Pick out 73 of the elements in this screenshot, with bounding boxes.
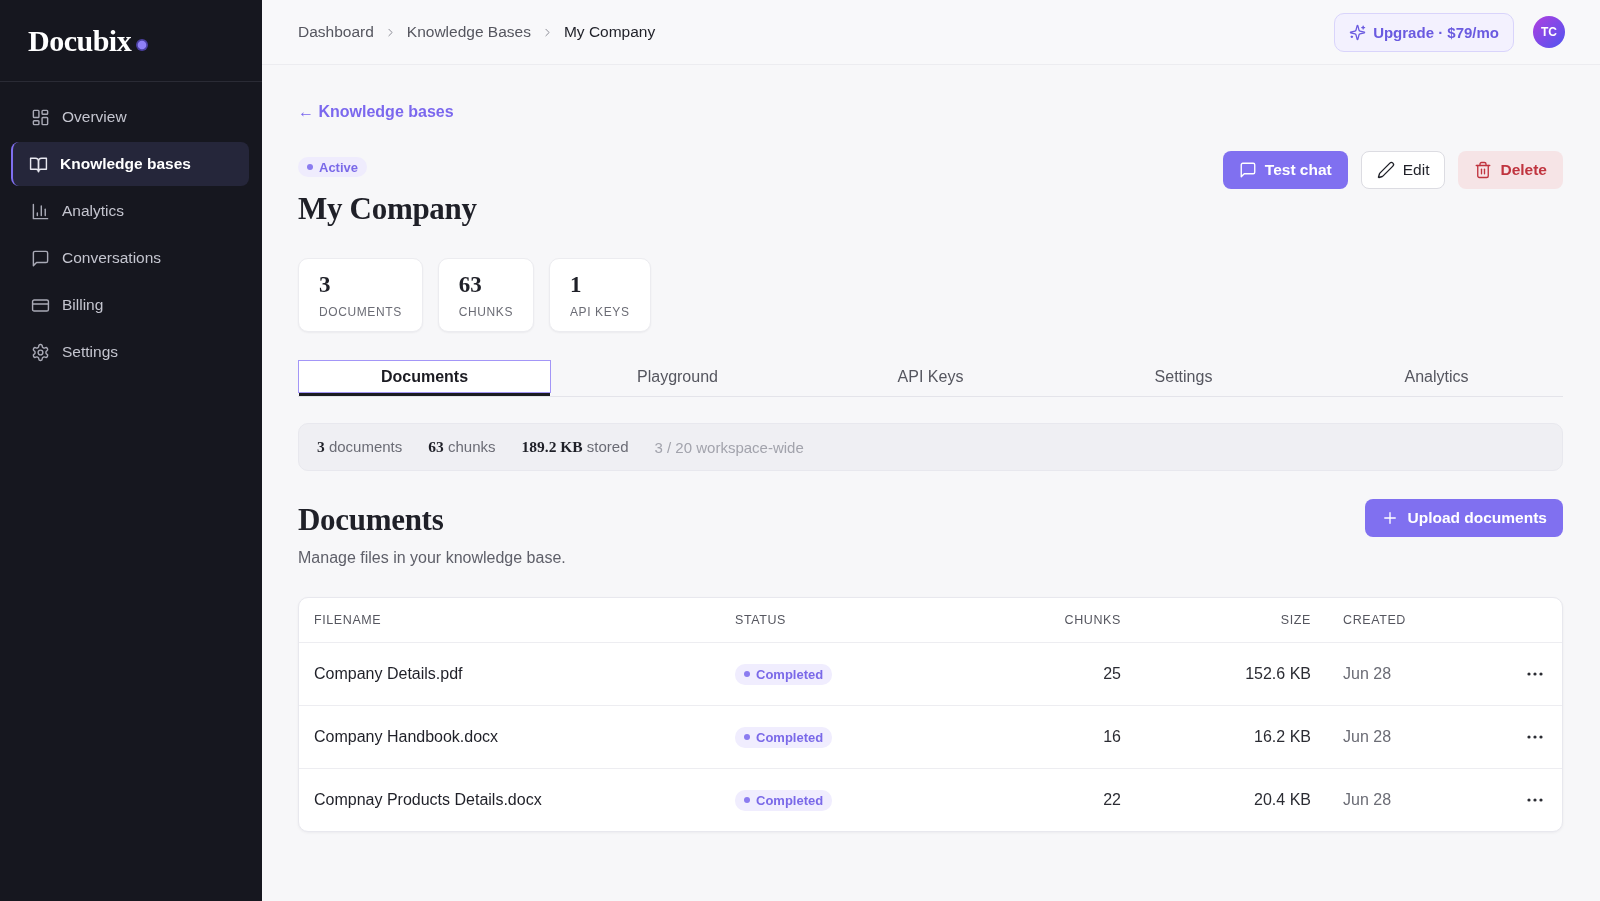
section-title: Documents [298, 502, 444, 538]
column-header: CREATED [1342, 613, 1406, 627]
settings-icon [31, 342, 50, 362]
summary-stat: 63 chunks [428, 438, 496, 456]
stat-label: API KEYS [570, 305, 630, 319]
logo-text: Docubix [28, 23, 132, 58]
sidebar-item[interactable]: Conversations [11, 236, 249, 280]
user-avatar[interactable]: TC [1533, 16, 1565, 48]
upgrade-button[interactable]: Upgrade · $79/mo [1334, 12, 1514, 52]
more-icon[interactable] [1527, 735, 1543, 739]
size-cell: 152.6 KB [1245, 665, 1311, 683]
status-dot-icon [744, 671, 750, 677]
chunks-cell: 16 [1103, 728, 1121, 746]
message-icon [1238, 161, 1257, 179]
filename-cell: Company Handbook.docx [314, 728, 499, 746]
stat-label: CHUNKS [458, 305, 513, 319]
sidebar-item[interactable]: Settings [11, 330, 249, 374]
status-text: Completed [756, 666, 824, 682]
filename-cell: Company Details.pdf [314, 665, 463, 683]
more-icon[interactable] [1527, 798, 1543, 802]
column-header: CHUNKS [1064, 613, 1121, 627]
back-link[interactable]: ← Knowledge bases [298, 102, 454, 122]
page-title: My Company [298, 191, 477, 227]
secondary-action-button[interactable]: Edit [1360, 151, 1446, 189]
status-text: Completed [756, 792, 824, 808]
danger-action-button[interactable]: Delete [1458, 151, 1563, 189]
breadcrumb-item: My Company [563, 23, 656, 41]
column-header: FILENAME [314, 613, 382, 627]
tab[interactable]: Settings [1057, 360, 1310, 393]
grid-icon [31, 107, 50, 127]
quota-text: 3 / 20 workspace-wide [654, 438, 804, 456]
bar-chart-icon [31, 201, 50, 221]
chunks-cell: 22 [1103, 791, 1121, 809]
status-dot-icon [307, 164, 313, 170]
breadcrumb-item[interactable]: Knowledge Bases [406, 23, 531, 41]
sidebar-item[interactable]: Knowledge bases [11, 142, 249, 186]
size-cell: 16.2 KB [1254, 728, 1311, 746]
stat-value: 63 [458, 271, 482, 299]
status-dot-icon [744, 797, 750, 803]
breadcrumb-item[interactable]: Dashboard [298, 23, 374, 41]
logo-dot-icon [136, 38, 149, 51]
date-cell-text: Jun 28 [1342, 665, 1392, 683]
sidebar-item[interactable]: Billing [11, 283, 249, 327]
date-cell-text: Jun 28 [1342, 791, 1392, 809]
section-subtitle: Manage files in your knowledge base. [298, 548, 566, 568]
sidebar-item[interactable]: Analytics [11, 189, 249, 233]
tab[interactable]: Analytics [1310, 360, 1563, 393]
book-icon [29, 154, 48, 174]
filename-cell: Compnay Products Details.docx [314, 791, 542, 809]
date-cell-text: Jun 28 [1342, 728, 1392, 746]
status-text: Completed [756, 729, 824, 745]
sidebar-item[interactable]: Overview [11, 95, 249, 139]
more-icon[interactable] [1527, 672, 1543, 676]
summary-stat: 3 documents [317, 438, 403, 456]
message-icon [31, 248, 50, 268]
tab[interactable]: Documents [298, 360, 551, 393]
upload-button[interactable]: Upload documents [1365, 499, 1563, 537]
column-header: STATUS [735, 613, 787, 627]
pencil-icon [1376, 161, 1395, 179]
status-dot-icon [744, 734, 750, 740]
stat-value: 1 [570, 271, 582, 299]
primary-action-button[interactable]: Test chat [1222, 151, 1348, 189]
tab[interactable]: API Keys [804, 360, 1057, 393]
column-header: SIZE [1280, 613, 1311, 627]
stat-label: DOCUMENTS [319, 305, 402, 319]
sparkles-icon [1349, 23, 1367, 41]
chunks-cell: 25 [1103, 665, 1121, 683]
status-text: Active [319, 159, 359, 175]
summary-stat: 189.2 KB stored [521, 438, 629, 456]
size-cell: 20.4 KB [1254, 791, 1311, 809]
trash-icon [1474, 161, 1493, 179]
stat-value: 3 [319, 271, 331, 299]
tab[interactable]: Playground [551, 360, 804, 393]
